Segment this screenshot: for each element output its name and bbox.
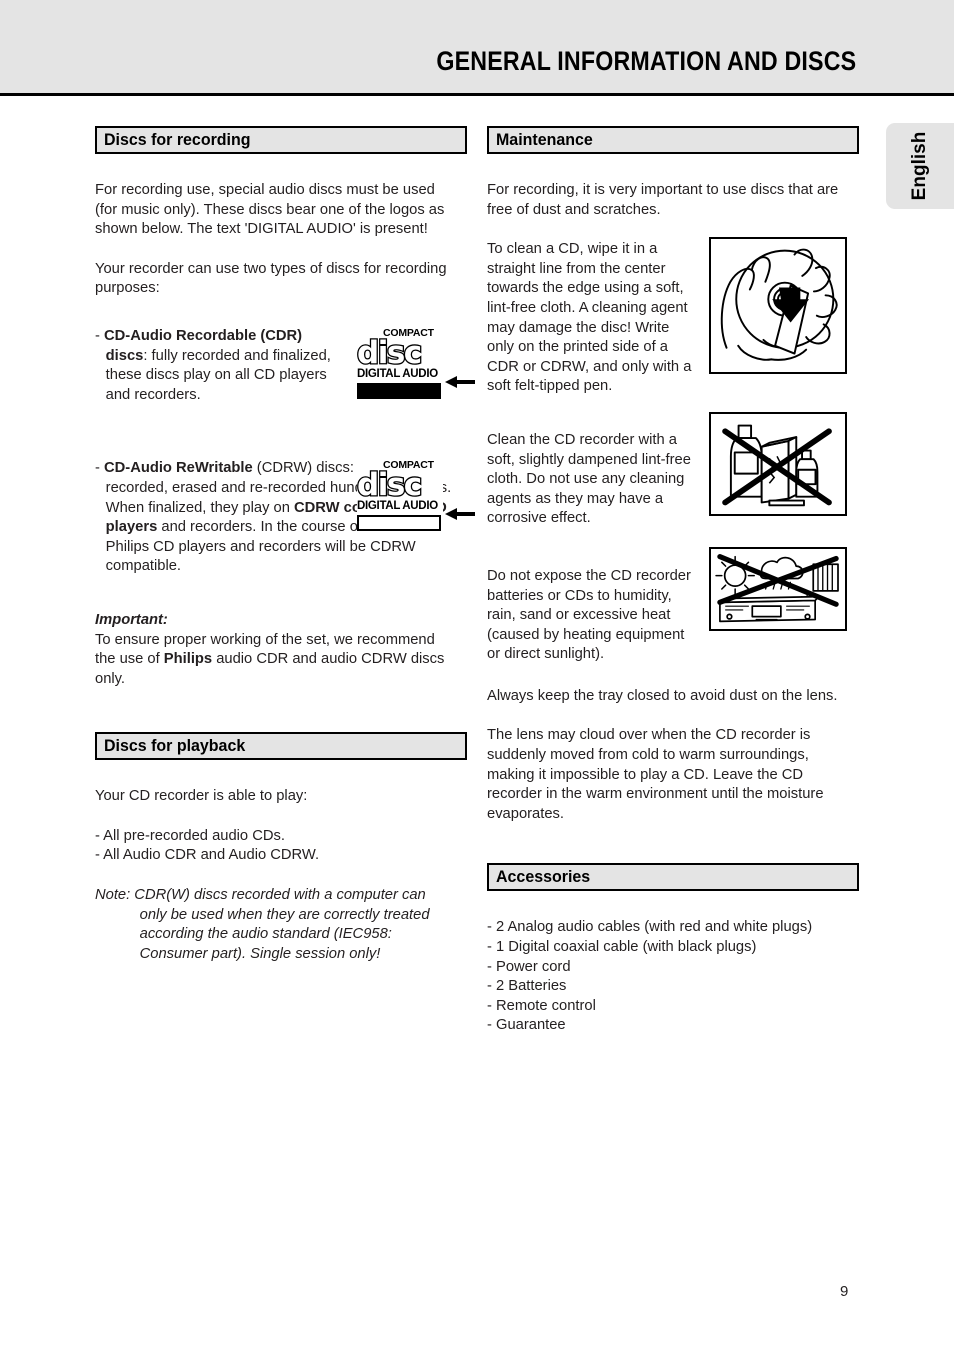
maintenance-paragraph-5: Always keep the tray closed to avoid dus…: [487, 686, 838, 704]
left-column: Discs for recording For recording use, s…: [95, 126, 475, 963]
no-heat-humidity-drawing: [715, 554, 839, 623]
important-brand: Philips: [163, 650, 213, 668]
logo-pointer-arrow-icon: [445, 508, 475, 521]
important-heading: Important:: [95, 610, 168, 628]
accessory-item: - Remote control: [487, 996, 596, 1014]
compact-disc-digital-audio-logo-cdrw: COMPACT disc DIGITAL AUDIO: [356, 460, 475, 532]
maintenance-paragraph-6: The lens may cloud over when the CD reco…: [487, 726, 824, 822]
no-cleaning-agents-illustration: [709, 412, 847, 516]
bullet-cd-audio-rewritable: - CD-Audio ReWritable (CDRW) discs: can …: [95, 458, 475, 576]
page-number: 9: [840, 1283, 849, 1300]
section-title: Accessories: [496, 867, 591, 887]
language-tab-english: English: [886, 123, 954, 209]
section-title: Discs for recording: [104, 130, 251, 149]
discs-for-recording-paragraph-1: For recording use, special audio discs m…: [95, 181, 445, 238]
accessory-item: - 1 Digital coaxial cable (with black pl…: [487, 938, 757, 956]
page-title: GENERAL INFORMATION AND DISCS: [436, 46, 856, 76]
page-header-band: GENERAL INFORMATION AND DISCS: [0, 0, 954, 96]
no-cleaning-agents-drawing: [722, 424, 832, 507]
accessory-item: - Guarantee: [487, 1016, 566, 1034]
compact-disc-digital-audio-logo-cdr: COMPACT disc DIGITAL AUDIO: [356, 327, 475, 399]
section-header-discs-for-playback: Discs for playback: [95, 732, 467, 761]
logo-bar-hollow: [357, 515, 441, 532]
accessory-item: - Power cord: [487, 957, 571, 975]
section-header-accessories: Accessories: [487, 863, 859, 892]
discs-for-recording-paragraph-2: Your recorder can use two types of discs…: [95, 259, 447, 297]
bullet-cdr-text: - CD-Audio Recordable (CDR) discs: fully…: [95, 326, 338, 404]
logo-disc-text: disc: [356, 334, 424, 371]
section-header-discs-for-recording: Discs for recording: [95, 126, 467, 154]
bullet-dash: -: [95, 326, 100, 344]
accessory-item: - 2 Batteries: [487, 977, 567, 995]
playback-list-item-1: - All pre-recorded audio CDs.: [95, 826, 285, 844]
section-title: Discs for playback: [104, 736, 246, 756]
logo-pointer-arrow-icon: [445, 375, 475, 388]
bullet-cdrw-bold-lead: CD-Audio ReWritable: [104, 459, 253, 477]
discs-for-playback-paragraph-1: Your CD recorder is able to play:: [95, 787, 308, 805]
section-header-maintenance: Maintenance: [487, 126, 859, 154]
playback-note: Note: CDR(W) discs recorded with a compu…: [95, 886, 430, 962]
logo-digital-audio-text: DIGITAL AUDIO: [357, 500, 438, 513]
important-paragraph: To ensure proper working of the set, we …: [95, 630, 456, 689]
logo-bar-filled: [357, 382, 441, 399]
cd-cleaning-illustration: [709, 237, 847, 374]
maintenance-paragraph-3: Clean the CD recorder with a soft, sligh…: [487, 430, 691, 527]
no-heat-humidity-illustration: [709, 547, 847, 631]
maintenance-paragraph-1: For recording, it is very important to u…: [487, 181, 839, 218]
maintenance-paragraph-2: To clean a CD, wipe it in a straight lin…: [487, 240, 692, 395]
section-title: Maintenance: [496, 130, 593, 149]
bullet-dash: -: [95, 459, 100, 477]
cd-cleaning-drawing: [720, 248, 838, 361]
language-tab-label: English: [909, 131, 930, 201]
bullet-cd-audio-recordable: - CD-Audio Recordable (CDR) discs: fully…: [95, 326, 475, 404]
logo-disc-text: disc: [356, 467, 424, 504]
maintenance-paragraph-4: Do not expose the CD recorder batteries …: [487, 566, 691, 663]
playback-list-item-2: - All Audio CDR and Audio CDRW.: [95, 846, 320, 864]
logo-digital-audio-text: DIGITAL AUDIO: [357, 367, 438, 380]
accessory-item: - 2 Analog audio cables (with red and wh…: [487, 918, 813, 936]
